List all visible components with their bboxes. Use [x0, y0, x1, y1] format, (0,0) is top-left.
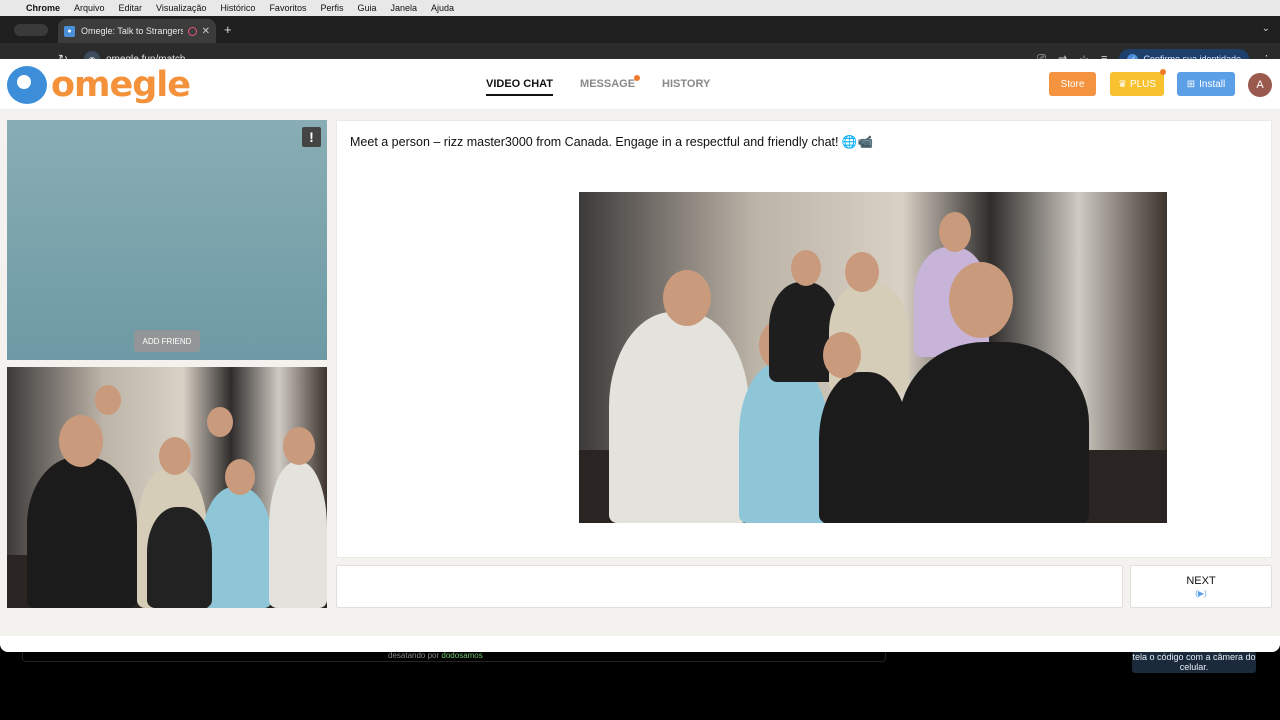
- desktop-qr-note: tela o código com a câmera do celular.: [1132, 651, 1256, 673]
- menu-item-favoritos[interactable]: Favoritos: [269, 3, 306, 13]
- person-head: [823, 332, 861, 378]
- recording-indicator-icon: [187, 26, 197, 36]
- person-figure: [269, 462, 327, 608]
- shared-video-scene: [579, 192, 1167, 523]
- menu-item-perfis[interactable]: Perfis: [320, 3, 343, 13]
- stranger-video-feed: ! ADD FRIEND: [7, 120, 327, 360]
- tab-strip: ● Omegle: Talk to Strangers ✕ + ⌄: [0, 16, 1280, 43]
- person-head: [939, 212, 971, 252]
- person-figure: [27, 457, 137, 608]
- nav-message-label: MESSAGE: [580, 78, 636, 90]
- person-head: [59, 415, 103, 467]
- person-figure: [739, 362, 829, 523]
- menu-item-visualizacao[interactable]: Visualização: [156, 3, 206, 13]
- install-label: Install: [1199, 78, 1226, 90]
- person-head: [95, 385, 121, 415]
- menu-item-editar[interactable]: Editar: [119, 3, 143, 13]
- person-head: [283, 427, 315, 465]
- plus-button[interactable]: ♛ PLUS: [1110, 69, 1166, 96]
- user-avatar[interactable]: A: [1248, 73, 1272, 97]
- new-tab-icon[interactable]: +: [224, 22, 232, 37]
- message-notification-dot: [634, 75, 641, 81]
- person-head: [207, 407, 233, 437]
- omegle-logo[interactable]: omegle: [7, 65, 191, 105]
- match-intro-message: Meet a person – rizz master3000 from Can…: [350, 135, 874, 149]
- next-shortcut-hint: (▶): [1195, 589, 1207, 598]
- close-tab-icon[interactable]: ✕: [202, 26, 210, 37]
- menu-app-name[interactable]: Chrome: [26, 3, 60, 13]
- nav-history[interactable]: HISTORY: [662, 78, 710, 96]
- menu-item-historico[interactable]: Histórico: [220, 3, 255, 13]
- stranger-shared-video: [579, 192, 1167, 523]
- desktop-footer-text: desatando por dodosamos: [388, 651, 483, 660]
- add-friend-button[interactable]: ADD FRIEND: [134, 330, 200, 352]
- next-label: NEXT: [1186, 575, 1216, 587]
- next-button[interactable]: NEXT (▶): [1130, 565, 1272, 608]
- install-button[interactable]: ⊞ Install: [1177, 72, 1235, 96]
- self-video-feed: [7, 367, 327, 608]
- person-figure: [202, 487, 272, 608]
- macos-menu-bar: Chrome Arquivo Editar Visualização Histó…: [0, 0, 1280, 16]
- store-button[interactable]: Store: [1049, 72, 1096, 96]
- menu-item-janela[interactable]: Janela: [390, 3, 417, 13]
- nav-message[interactable]: MESSAGE: [580, 75, 641, 96]
- video-chat-area: ! ADD FRIEND Meet a person – rizz master…: [0, 110, 1280, 636]
- self-video-scene: [7, 367, 327, 608]
- tab-search-icon[interactable]: ⌄: [1262, 23, 1270, 34]
- menu-item-arquivo[interactable]: Arquivo: [74, 3, 105, 13]
- plus-label: PLUS: [1129, 78, 1157, 90]
- person-head: [949, 262, 1013, 338]
- logo-text: omegle: [51, 65, 191, 105]
- desktop-footer-prefix: desatando por: [388, 651, 440, 660]
- chat-panel: Meet a person – rizz master3000 from Can…: [336, 120, 1272, 558]
- person-head: [225, 459, 255, 495]
- site-header: omegle VIDEO CHAT MESSAGE HISTORY Store …: [0, 59, 1280, 110]
- omegle-logo-mark-icon: [7, 66, 47, 104]
- person-figure: [147, 507, 212, 608]
- crown-icon: ♛: [1117, 78, 1127, 90]
- window-controls[interactable]: [14, 23, 48, 36]
- person-head: [663, 270, 711, 326]
- nav-video-chat[interactable]: VIDEO CHAT: [486, 78, 554, 96]
- browser-tab-omegle[interactable]: ● Omegle: Talk to Strangers ✕: [58, 19, 216, 43]
- report-icon[interactable]: !: [302, 127, 321, 147]
- install-icon: ⊞: [1186, 78, 1196, 90]
- menu-item-guia[interactable]: Guia: [357, 3, 376, 13]
- omegle-favicon-icon: ●: [64, 25, 75, 37]
- desktop-footer-link: dodosamos: [441, 651, 483, 660]
- plus-notification-dot: [1160, 69, 1166, 75]
- main-nav: VIDEO CHAT MESSAGE HISTORY: [486, 75, 710, 96]
- person-head: [159, 437, 191, 475]
- person-figure: [819, 372, 909, 523]
- person-head: [845, 252, 879, 292]
- person-figure: [609, 312, 749, 523]
- person-head: [791, 250, 821, 286]
- chat-message-input[interactable]: [336, 565, 1123, 608]
- person-figure: [899, 342, 1089, 523]
- tab-title: Omegle: Talk to Strangers: [81, 26, 183, 36]
- menu-item-ajuda[interactable]: Ajuda: [431, 3, 454, 13]
